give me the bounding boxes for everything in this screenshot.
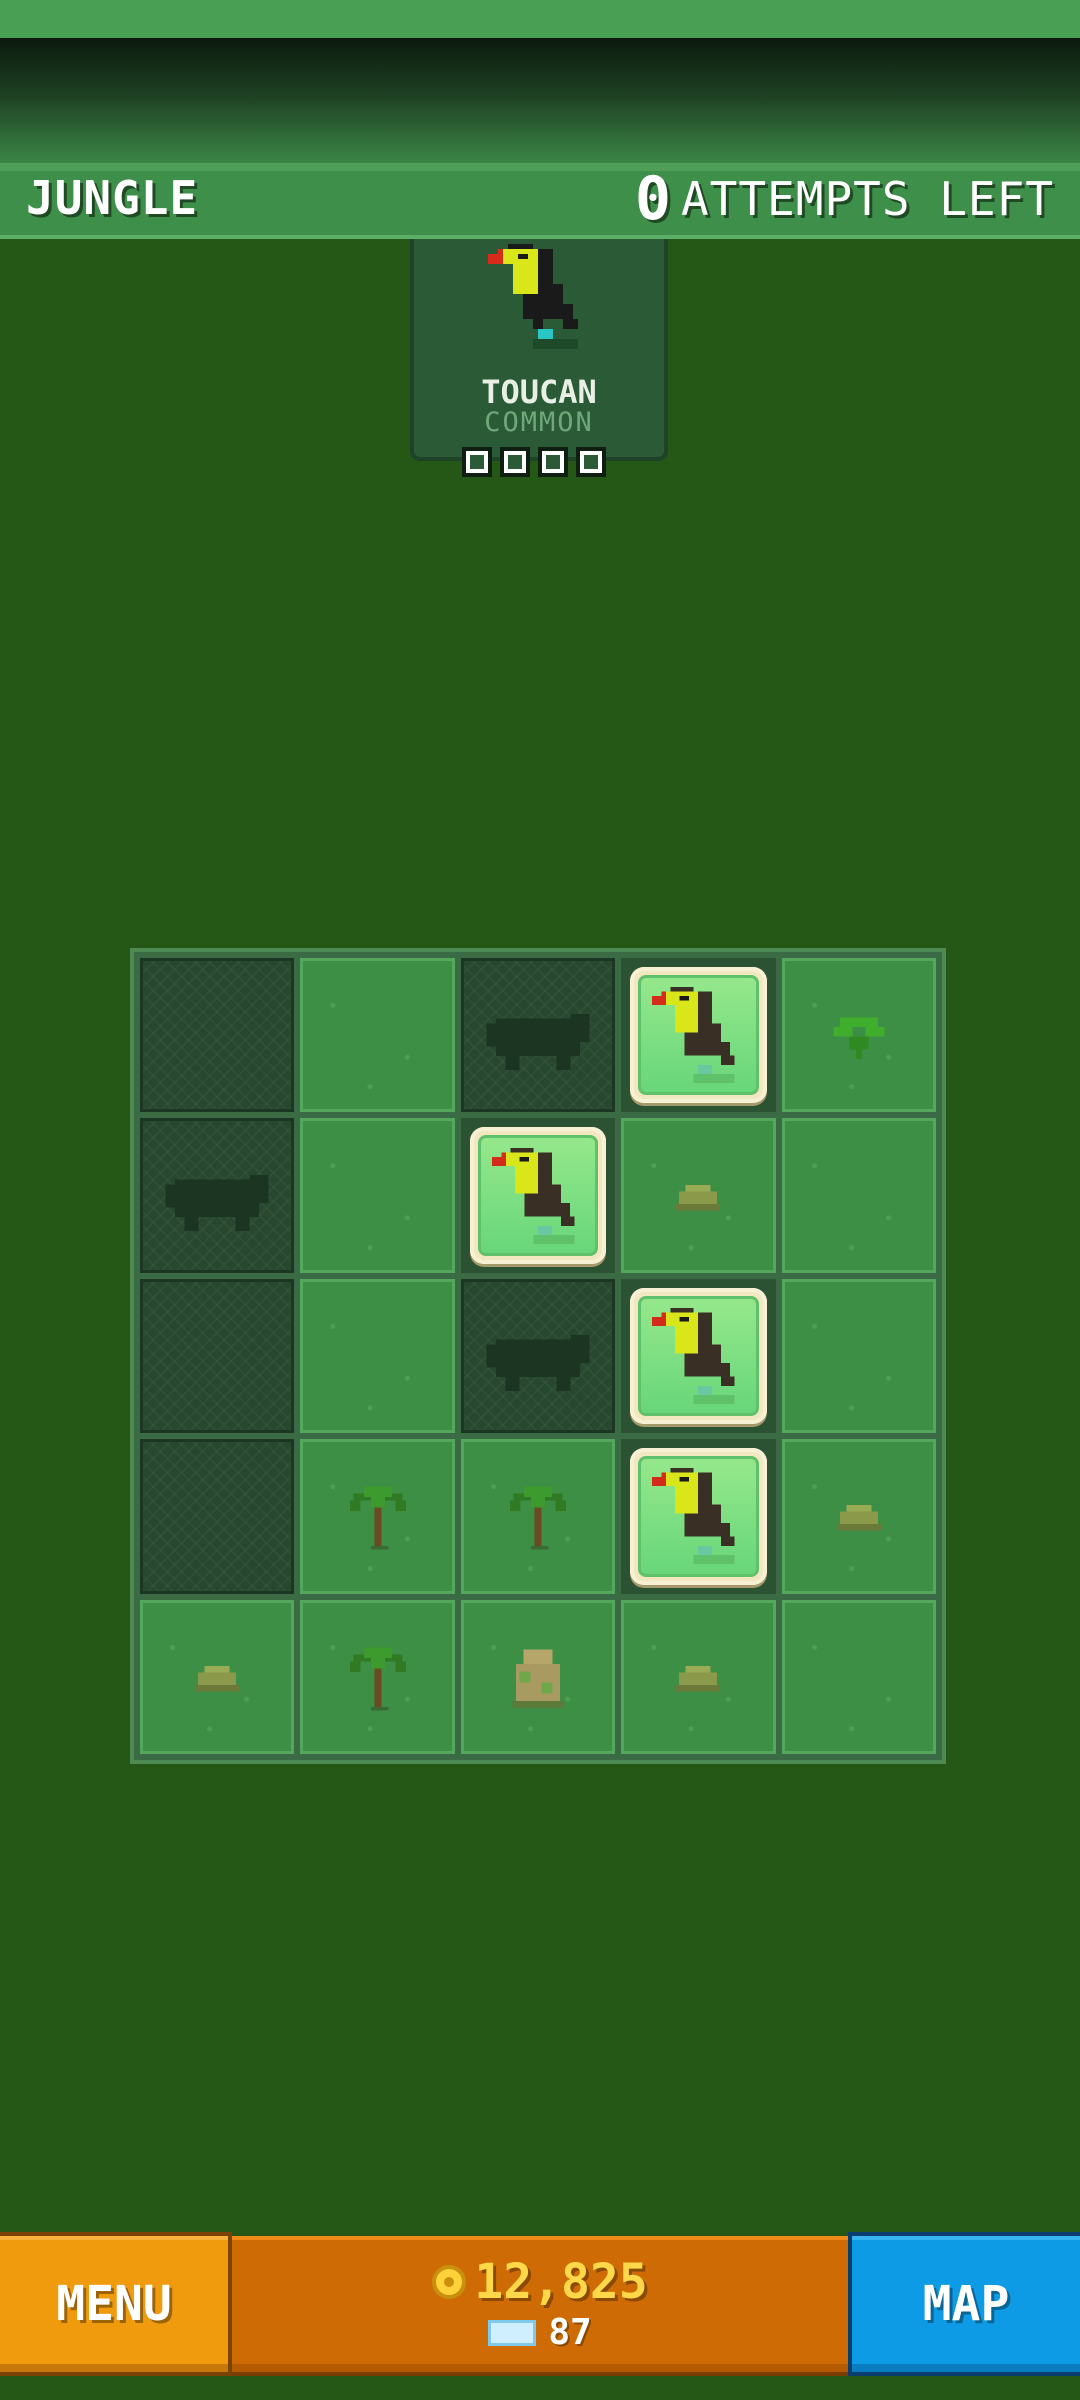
toucan-icon bbox=[652, 987, 736, 1084]
boulder-icon bbox=[512, 1649, 564, 1708]
toucan-icon bbox=[652, 1468, 736, 1565]
rock-icon bbox=[836, 1505, 881, 1531]
board-cell-r4c4[interactable] bbox=[621, 1439, 776, 1594]
board-cell-r3c5[interactable] bbox=[781, 1278, 936, 1434]
hippo-silhouette-icon bbox=[165, 1174, 269, 1231]
found-animal-tile bbox=[630, 967, 767, 1104]
coin-icon bbox=[432, 2265, 467, 2299]
coins-value: 12,825 bbox=[474, 2254, 648, 2310]
gems-display: 87 bbox=[232, 2312, 848, 2353]
found-animal-frame bbox=[638, 1295, 759, 1417]
fern-icon bbox=[833, 1017, 885, 1059]
found-animal-frame bbox=[638, 975, 759, 1096]
rock-icon bbox=[676, 1665, 721, 1692]
attempts-indicator: 0 ATTEMPTS LEFT bbox=[635, 169, 1054, 229]
hippo-silhouette-icon bbox=[486, 1334, 590, 1391]
board-cell-r2c5[interactable] bbox=[781, 1118, 936, 1273]
bottom-strip bbox=[0, 2380, 1080, 2400]
board-cell-r2c1[interactable] bbox=[140, 1118, 295, 1273]
palm-tree-icon bbox=[509, 1486, 566, 1550]
map-button-label: MAP bbox=[922, 2276, 1010, 2332]
palm-tree-icon bbox=[349, 1486, 406, 1550]
found-animal-frame bbox=[477, 1135, 599, 1256]
coins-display: 12,825 bbox=[232, 2254, 848, 2310]
gems-value: 87 bbox=[548, 2312, 592, 2353]
progress-box bbox=[576, 447, 606, 477]
board-cell-r3c1[interactable] bbox=[140, 1278, 295, 1434]
board-cell-r4c5[interactable] bbox=[781, 1439, 936, 1594]
board-cell-r3c2[interactable] bbox=[300, 1278, 455, 1434]
target-animal-card[interactable]: TOUCAN COMMON bbox=[410, 239, 668, 477]
progress-box bbox=[500, 447, 530, 477]
palm-tree-icon bbox=[349, 1647, 406, 1711]
board-cell-r5c3[interactable] bbox=[460, 1599, 616, 1754]
found-animal-tile bbox=[630, 1287, 767, 1425]
menu-button-label: MENU bbox=[56, 2276, 172, 2332]
board-cell-r1c2[interactable] bbox=[300, 958, 455, 1113]
hippo-silhouette-icon bbox=[486, 1014, 590, 1071]
toucan-icon bbox=[652, 1307, 736, 1405]
rock-icon bbox=[195, 1665, 240, 1692]
progress-box bbox=[538, 447, 568, 477]
board-cell-r1c5[interactable] bbox=[781, 958, 936, 1113]
attempts-label: ATTEMPTS LEFT bbox=[680, 172, 1054, 226]
biome-name: JUNGLE bbox=[26, 171, 199, 225]
board-cell-r1c4[interactable] bbox=[621, 958, 776, 1113]
rock-icon bbox=[676, 1184, 721, 1210]
game-screen: JUNGLE 0 ATTEMPTS LEFT TOUCAN COMMON MEN… bbox=[0, 0, 1080, 2400]
board-cell-r5c5[interactable] bbox=[781, 1599, 936, 1754]
board-cell-r2c4[interactable] bbox=[621, 1118, 776, 1273]
animal-name: TOUCAN bbox=[481, 373, 597, 411]
board-cell-r5c1[interactable] bbox=[140, 1599, 295, 1754]
toucan-icon bbox=[492, 1147, 575, 1244]
board-cell-r2c3[interactable] bbox=[460, 1118, 616, 1273]
map-button[interactable]: MAP bbox=[848, 2232, 1080, 2376]
board-cell-r2c2[interactable] bbox=[300, 1118, 455, 1273]
currency-panel: 12,825 87 bbox=[232, 2236, 848, 2376]
header-shadow bbox=[0, 38, 1080, 163]
status-bar bbox=[0, 0, 1080, 38]
animal-rarity: COMMON bbox=[484, 407, 594, 438]
found-animal-tile bbox=[469, 1127, 607, 1264]
board-cell-r3c3[interactable] bbox=[460, 1278, 616, 1434]
board-cell-r5c4[interactable] bbox=[621, 1599, 776, 1754]
progress-box bbox=[462, 447, 492, 477]
attempts-count: 0 bbox=[634, 164, 671, 234]
board-cell-r4c2[interactable] bbox=[300, 1439, 455, 1594]
board-cell-r4c1[interactable] bbox=[140, 1439, 295, 1594]
board-cell-r3c4[interactable] bbox=[621, 1278, 776, 1434]
header-bar: JUNGLE 0 ATTEMPTS LEFT bbox=[0, 163, 1080, 239]
board-cell-r1c1[interactable] bbox=[140, 958, 295, 1113]
board-cell-r1c3[interactable] bbox=[460, 958, 616, 1113]
discovery-progress bbox=[462, 447, 606, 477]
menu-button[interactable]: MENU bbox=[0, 2232, 232, 2376]
found-animal-tile bbox=[630, 1448, 767, 1585]
game-board bbox=[130, 948, 946, 1764]
gem-ticket-icon bbox=[488, 2319, 537, 2346]
found-animal-frame bbox=[638, 1456, 759, 1577]
board-cell-r4c3[interactable] bbox=[460, 1439, 616, 1594]
toucan-icon bbox=[488, 244, 578, 349]
board-cell-r5c2[interactable] bbox=[300, 1599, 455, 1754]
bottom-bar: MENU 12,825 87 MAP bbox=[0, 2232, 1080, 2380]
